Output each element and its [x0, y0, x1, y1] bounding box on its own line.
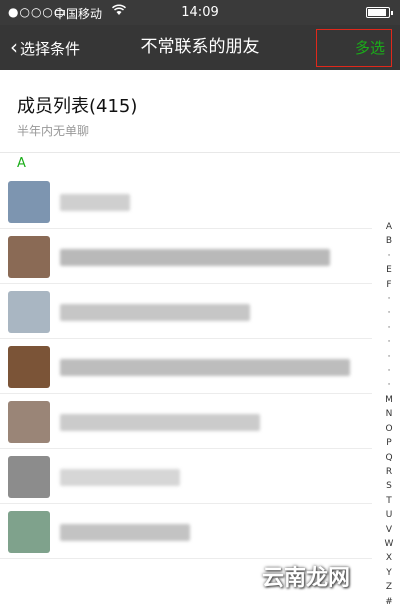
navigation-bar: ‹ 选择条件 不常联系的朋友 多选 [0, 25, 400, 70]
member-row[interactable] [0, 284, 372, 339]
index-letter[interactable]: B [382, 234, 396, 248]
index-letter[interactable]: · [382, 306, 396, 320]
member-list-header: 成员列表(415) 半年内无单聊 [0, 70, 400, 150]
watermark: 云南龙网 [262, 566, 351, 591]
index-letter[interactable]: · [382, 364, 396, 378]
index-letter[interactable]: Q [382, 451, 396, 465]
index-letter[interactable]: U [382, 508, 396, 522]
avatar [8, 291, 50, 333]
member-list-subtitle: 半年内无单聊 [17, 124, 90, 138]
avatar [8, 401, 50, 443]
member-name-redacted [60, 194, 130, 211]
index-letter[interactable]: M [382, 393, 396, 407]
member-list [0, 174, 372, 559]
battery-icon [366, 7, 393, 18]
index-letter[interactable]: · [382, 249, 396, 263]
member-name-redacted [60, 304, 250, 321]
index-letter[interactable]: · [382, 335, 396, 349]
section-header-a: A [0, 152, 400, 174]
index-letter[interactable]: N [382, 407, 396, 421]
index-letter[interactable]: S [382, 479, 396, 493]
avatar [8, 181, 50, 223]
avatar [8, 511, 50, 553]
index-letter[interactable]: Z [382, 580, 396, 594]
member-row[interactable] [0, 174, 372, 229]
index-letter[interactable]: Y [382, 566, 396, 580]
avatar [8, 346, 50, 388]
member-name-redacted [60, 359, 350, 376]
index-letter[interactable]: F [382, 278, 396, 292]
index-letter[interactable]: · [382, 321, 396, 335]
index-letter[interactable]: A [382, 220, 396, 234]
avatar [8, 236, 50, 278]
index-letter[interactable]: P [382, 436, 396, 450]
multi-select-button[interactable]: 多选 [316, 29, 392, 67]
index-letter[interactable]: O [382, 422, 396, 436]
index-letter[interactable]: X [382, 551, 396, 565]
member-row[interactable] [0, 449, 372, 504]
index-letter[interactable]: T [382, 494, 396, 508]
avatar [8, 456, 50, 498]
index-letter[interactable]: · [382, 378, 396, 392]
member-row[interactable] [0, 504, 372, 559]
alphabet-index-bar[interactable]: A B · E F · · · · · · · M N O P Q R S T U V W X Y Z # [382, 220, 396, 605]
index-letter[interactable]: · [382, 350, 396, 364]
member-list-title: 成员列表(415) [17, 96, 138, 117]
index-letter[interactable]: R [382, 465, 396, 479]
member-name-redacted [60, 469, 180, 486]
member-row[interactable] [0, 339, 372, 394]
index-letter[interactable]: W [382, 537, 396, 551]
member-row[interactable] [0, 229, 372, 284]
member-name-redacted [60, 414, 260, 431]
index-letter[interactable]: E [382, 263, 396, 277]
index-letter[interactable]: · [382, 292, 396, 306]
clock-time: 14:09 [181, 5, 219, 20]
member-name-redacted [60, 524, 190, 541]
index-letter[interactable]: V [382, 523, 396, 537]
status-bar: ●○○○○ 中国移动 14:09 [0, 0, 400, 25]
member-name-redacted [60, 249, 330, 266]
index-letter[interactable]: # [382, 595, 396, 605]
member-row[interactable] [0, 394, 372, 449]
